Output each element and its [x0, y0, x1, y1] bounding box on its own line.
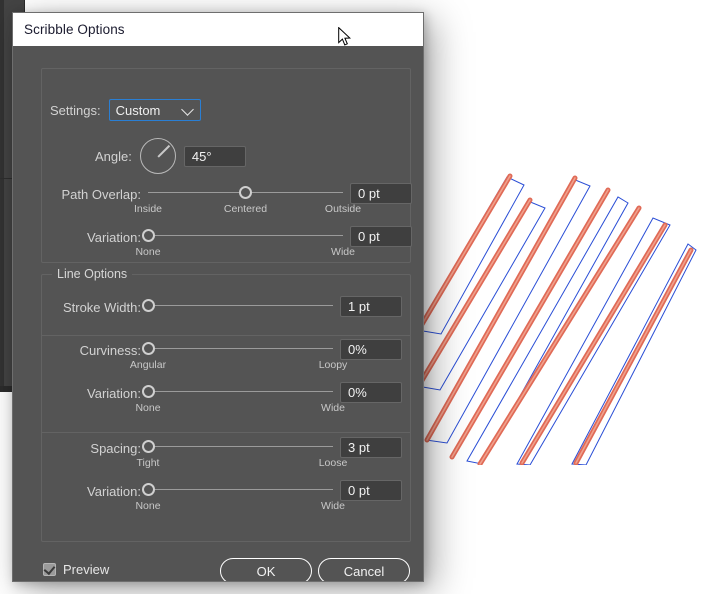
settings-row: Settings: Custom [50, 99, 201, 121]
spacing-track[interactable] [148, 446, 333, 448]
curviness-tick-max: Loopy [318, 359, 348, 371]
curviness-variation-tick-min: None [135, 402, 161, 414]
slider-row-stroke-width: Stroke Width: 1 pt [13, 296, 423, 335]
settings-dropdown-value: Custom [115, 102, 161, 118]
slider-row-path-overlap: Path Overlap: Inside Centered Outside 0 … [13, 183, 423, 222]
curviness-track[interactable] [148, 348, 333, 350]
curviness-input[interactable]: 0% [340, 339, 402, 360]
path-overlap-tick-min: Inside [133, 203, 163, 215]
path-overlap-label-wrap: Path Overlap: [43, 186, 142, 204]
curviness-label-wrap: Curviness: [35, 342, 141, 360]
spacing-knob[interactable] [141, 440, 155, 453]
slider-row-curviness-variation: Variation: None Wide 0% [13, 382, 423, 421]
line-options-legend: Line Options [52, 267, 133, 281]
dialog-title: Scribble Options [24, 22, 125, 37]
spacing-variation-input[interactable]: 0 pt [340, 480, 402, 501]
curviness-knob[interactable] [141, 342, 155, 355]
slider-row-curviness: Curviness: Angular Loopy 0% [13, 339, 423, 378]
scribble-options-dialog: Scribble Options Line Options Settings: … [12, 12, 424, 582]
slider-row-path-overlap-variation: Variation: None Wide 0 pt [13, 226, 423, 265]
overlap-variation-tick-min: None [135, 246, 161, 258]
overlap-variation-track[interactable] [148, 235, 343, 237]
settings-dropdown[interactable]: Custom [108, 99, 201, 121]
curviness-variation-knob[interactable] [141, 385, 155, 398]
cancel-button-label: Cancel [343, 563, 385, 579]
curviness-variation-value: 0% [348, 385, 367, 400]
spacing-input[interactable]: 3 pt [340, 437, 402, 458]
background-panel-edge [0, 0, 4, 392]
overlap-variation-label: Variation: [87, 230, 141, 245]
path-overlap-slider[interactable]: Inside Centered Outside [134, 184, 361, 215]
spacing-tick-min: Tight [136, 457, 160, 469]
spacing-variation-slider[interactable]: None Wide [135, 481, 345, 512]
curviness-slider[interactable]: Angular Loopy [130, 340, 347, 371]
stroke-width-value: 1 pt [348, 299, 370, 314]
line-options-separator-2 [42, 432, 410, 433]
ok-button-label: OK [256, 563, 276, 579]
path-overlap-input[interactable]: 0 pt [350, 183, 412, 204]
spacing-variation-label-wrap: Variation: [35, 483, 141, 501]
curviness-label: Curviness: [79, 343, 141, 358]
angle-input-value: 45° [191, 148, 212, 164]
stroke-width-input[interactable]: 1 pt [340, 296, 402, 317]
stroke-width-track[interactable] [148, 305, 333, 307]
angle-dial-needle [157, 144, 170, 158]
overlap-variation-value: 0 pt [358, 229, 380, 244]
curviness-variation-label-wrap: Variation: [35, 385, 141, 403]
stroke-width-slider[interactable] [141, 297, 333, 315]
path-overlap-value: 0 pt [358, 186, 380, 201]
overlap-variation-slider[interactable]: None Wide [135, 227, 355, 258]
dialog-body: Line Options Settings: Custom Angle: 45°… [13, 46, 423, 581]
overlap-variation-tick-max: Wide [331, 246, 355, 258]
dialog-footer: Preview OK Cancel [13, 558, 423, 581]
slider-row-spacing-variation: Variation: None Wide 0 pt [13, 480, 423, 519]
curviness-tick-min: Angular [129, 359, 167, 371]
path-overlap-tick-max: Outside [324, 203, 362, 215]
stroke-width-label: Stroke Width: [62, 300, 141, 315]
angle-row: Angle: 45° [95, 138, 246, 174]
overlap-variation-input[interactable]: 0 pt [350, 226, 412, 247]
curviness-variation-track[interactable] [148, 391, 333, 393]
angle-label: Angle: [95, 148, 132, 164]
path-overlap-tick-mid: Centered [223, 203, 268, 215]
spacing-variation-value: 0 pt [348, 483, 370, 498]
settings-label: Settings: [50, 102, 101, 118]
ok-button[interactable]: OK [220, 558, 312, 581]
angle-dial-icon[interactable] [139, 138, 176, 174]
spacing-variation-tick-min: None [135, 500, 161, 512]
spacing-variation-track[interactable] [148, 489, 333, 491]
preview-checkbox[interactable] [43, 562, 56, 576]
curviness-variation-label: Variation: [87, 386, 141, 401]
spacing-variation-tick-max: Wide [321, 500, 345, 512]
dialog-titlebar[interactable]: Scribble Options [13, 13, 423, 46]
curviness-variation-tick-max: Wide [321, 402, 345, 414]
spacing-label: Spacing: [90, 441, 141, 456]
slider-row-spacing: Spacing: Tight Loose 3 pt [13, 437, 423, 476]
overlap-variation-knob[interactable] [141, 229, 155, 242]
line-options-separator-1 [42, 335, 410, 336]
spacing-value: 3 pt [348, 440, 370, 455]
cancel-button[interactable]: Cancel [318, 558, 410, 581]
spacing-slider[interactable]: Tight Loose [137, 438, 347, 469]
path-overlap-knob[interactable] [239, 186, 252, 199]
curviness-value: 0% [348, 342, 367, 357]
angle-input[interactable]: 45° [183, 145, 246, 167]
curviness-variation-input[interactable]: 0% [340, 382, 402, 403]
overlap-variation-label-wrap: Variation: [43, 229, 141, 247]
spacing-variation-knob[interactable] [141, 483, 155, 496]
spacing-tick-max: Loose [318, 457, 348, 469]
preview-checkbox-row[interactable]: Preview [43, 562, 109, 577]
spacing-label-wrap: Spacing: [35, 440, 141, 458]
preview-label: Preview [63, 562, 110, 577]
stroke-width-label-wrap: Stroke Width: [35, 299, 141, 317]
path-overlap-label: Path Overlap: [61, 187, 142, 202]
curviness-variation-slider[interactable]: None Wide [135, 383, 345, 414]
spacing-variation-label: Variation: [87, 484, 141, 499]
checkmark-icon [43, 562, 56, 576]
chevron-down-icon [180, 103, 194, 116]
stroke-width-knob[interactable] [141, 299, 155, 312]
screen: Scribble Options Line Options Settings: … [0, 0, 709, 594]
